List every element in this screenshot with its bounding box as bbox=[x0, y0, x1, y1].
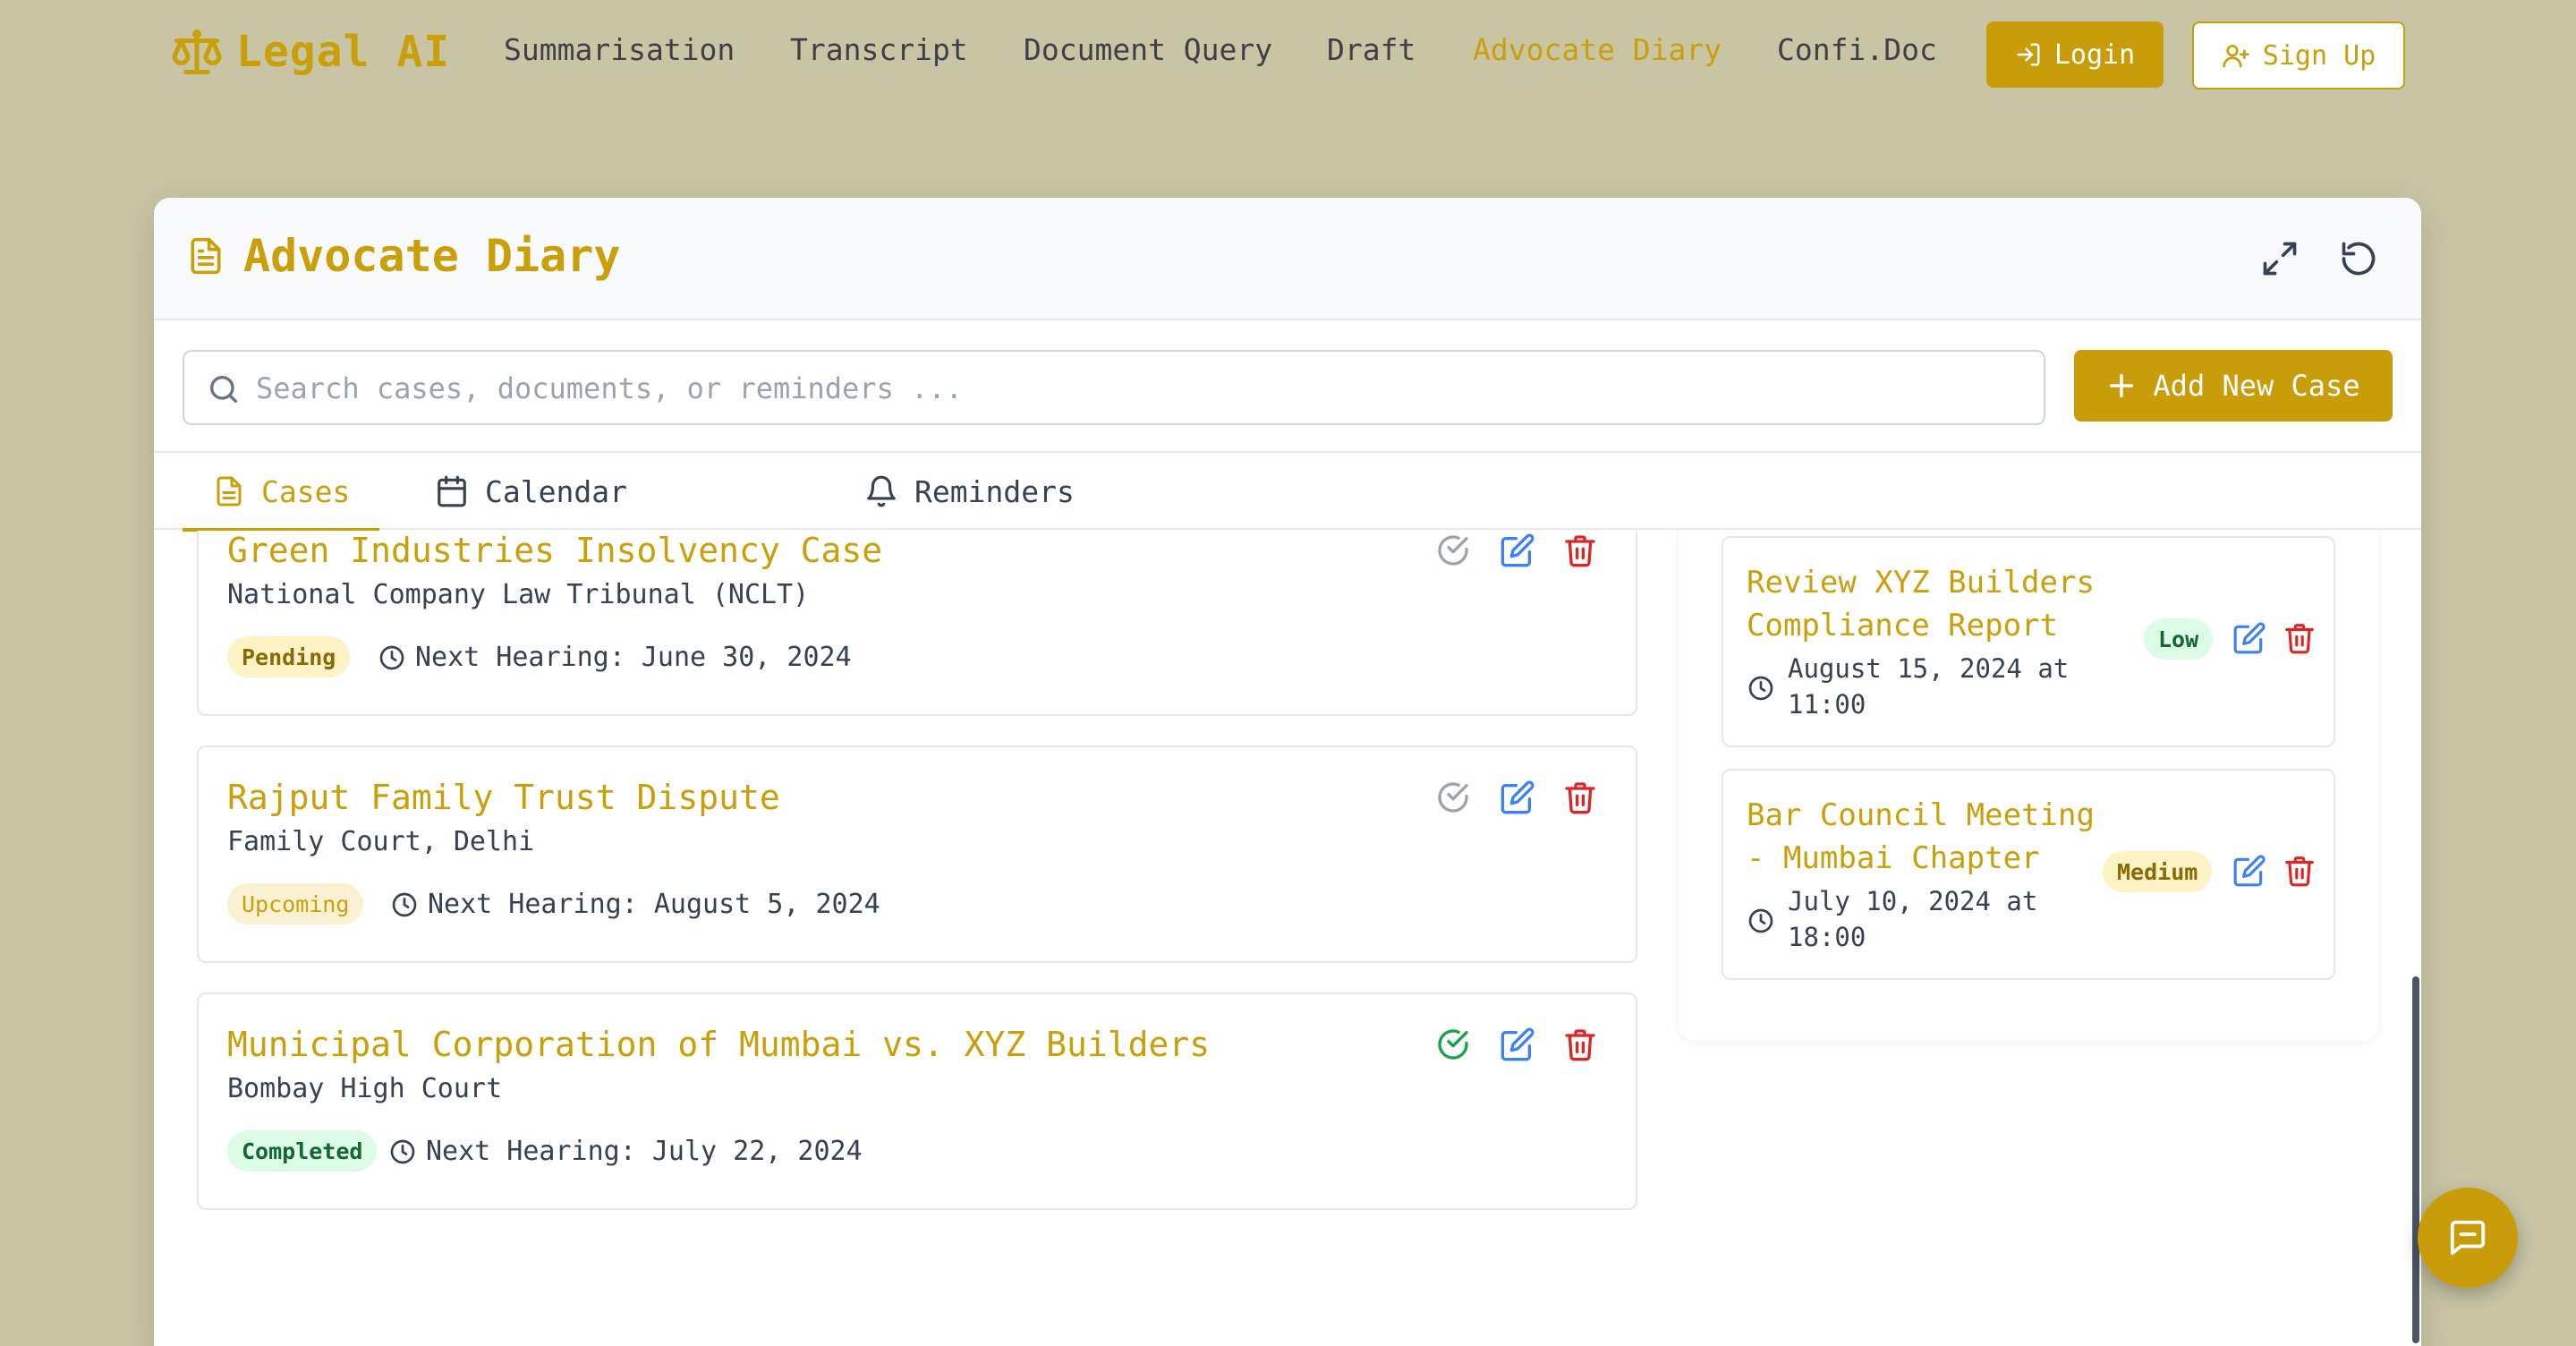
delete-icon[interactable] bbox=[1560, 531, 1600, 570]
user-plus-icon bbox=[2222, 41, 2250, 70]
next-hearing-text: Next Hearing: August 5, 2024 bbox=[428, 889, 880, 920]
panel-header: Advocate Diary bbox=[154, 198, 2421, 320]
edit-icon[interactable] bbox=[2230, 618, 2269, 658]
refresh-icon[interactable] bbox=[2339, 239, 2378, 278]
completed-check-icon[interactable] bbox=[1433, 1025, 1473, 1064]
login-button[interactable]: Login bbox=[1986, 21, 2164, 88]
bell-icon bbox=[864, 473, 898, 509]
tab-cases-label: Cases bbox=[261, 473, 351, 509]
delete-icon[interactable] bbox=[2280, 851, 2319, 890]
calendar-icon bbox=[435, 473, 469, 509]
mark-done-icon[interactable] bbox=[1433, 531, 1473, 570]
clock-icon bbox=[390, 890, 419, 919]
case-card: Green Industries Insolvency Case Nationa… bbox=[197, 531, 1637, 716]
tab-reminders-label: Reminders bbox=[914, 473, 1075, 509]
tab-calendar[interactable]: Calendar bbox=[435, 453, 627, 530]
reminder-time: August 15, 2024 at 11:00 bbox=[1788, 653, 2070, 720]
document-icon bbox=[186, 234, 225, 278]
login-icon bbox=[2015, 41, 2042, 68]
tab-calendar-label: Calendar bbox=[485, 473, 627, 509]
scrollbar[interactable] bbox=[2412, 976, 2419, 1343]
case-court: Bombay High Court bbox=[227, 1073, 503, 1104]
signup-label: Sign Up bbox=[2262, 39, 2376, 72]
case-title[interactable]: Rajput Family Trust Dispute bbox=[227, 778, 780, 817]
add-new-case-label: Add New Case bbox=[2153, 369, 2360, 403]
tab-cases[interactable]: Cases bbox=[183, 453, 379, 532]
next-hearing: Next Hearing: August 5, 2024 bbox=[390, 889, 880, 920]
reminder-time: July 10, 2024 at 18:00 bbox=[1788, 886, 2038, 952]
cases-content[interactable]: Green Industries Insolvency Case Nationa… bbox=[154, 531, 2421, 1346]
case-court: National Company Law Tribunal (NCLT) bbox=[227, 579, 810, 610]
reminder-card: Review XYZ Builders Compliance Report Au… bbox=[1722, 536, 2335, 747]
search-box bbox=[183, 350, 2045, 425]
advocate-diary-panel: Advocate Diary Search cases, documents, … bbox=[154, 198, 2421, 1346]
clock-icon bbox=[378, 643, 406, 672]
clock-icon bbox=[388, 1137, 417, 1166]
reminder-title[interactable]: Review XYZ Builders Compliance Report bbox=[1747, 561, 2122, 647]
maximize-icon[interactable] bbox=[2260, 239, 2300, 278]
nav-link-draft[interactable]: Draft bbox=[1327, 32, 1416, 67]
delete-icon[interactable] bbox=[1560, 1025, 1600, 1064]
priority-badge: Low bbox=[2144, 618, 2214, 660]
brand-logo[interactable]: Legal AI bbox=[170, 25, 450, 79]
signup-button[interactable]: Sign Up bbox=[2192, 21, 2405, 89]
reminder-card: Bar Council Meeting - Mumbai Chapter Jul… bbox=[1722, 769, 2335, 980]
case-card: Rajput Family Trust Dispute Family Court… bbox=[197, 745, 1637, 963]
login-label: Login bbox=[2053, 38, 2136, 71]
delete-icon[interactable] bbox=[1560, 778, 1600, 817]
status-badge: Pending bbox=[227, 636, 351, 677]
reminder-title[interactable]: Bar Council Meeting - Mumbai Chapter bbox=[1747, 794, 2122, 880]
case-court: Family Court, Delhi bbox=[227, 826, 535, 857]
edit-icon[interactable] bbox=[2230, 851, 2269, 890]
case-card: Municipal Corporation of Mumbai vs. XYZ … bbox=[197, 992, 1637, 1210]
chat-button[interactable] bbox=[2418, 1188, 2518, 1288]
next-hearing: Next Hearing: July 22, 2024 bbox=[388, 1136, 863, 1167]
nav-link-transcript[interactable]: Transcript bbox=[790, 32, 968, 67]
nav-link-summarisation[interactable]: Summarisation bbox=[504, 32, 735, 67]
diary-tabs: Cases Calendar Reminders bbox=[154, 453, 2421, 532]
status-badge: Upcoming bbox=[227, 883, 364, 924]
next-hearing-text: Next Hearing: June 30, 2024 bbox=[415, 642, 852, 673]
nav-link-advocate-diary[interactable]: Advocate Diary bbox=[1473, 32, 1722, 67]
nav-link-confi-doc[interactable]: Confi.Doc bbox=[1777, 32, 1937, 67]
edit-icon[interactable] bbox=[1498, 778, 1537, 817]
next-hearing: Next Hearing: June 30, 2024 bbox=[378, 642, 852, 673]
case-title[interactable]: Green Industries Insolvency Case bbox=[227, 531, 882, 570]
next-hearing-text: Next Hearing: July 22, 2024 bbox=[426, 1136, 863, 1167]
edit-icon[interactable] bbox=[1498, 531, 1537, 570]
top-navigation: Legal AI Summarisation Transcript Docume… bbox=[0, 0, 2576, 107]
clock-icon bbox=[1747, 907, 1775, 935]
case-title[interactable]: Municipal Corporation of Mumbai vs. XYZ … bbox=[227, 1025, 1210, 1064]
priority-badge: Medium bbox=[2103, 851, 2213, 892]
search-toolbar: Add New Case bbox=[154, 320, 2421, 453]
chat-icon bbox=[2447, 1217, 2488, 1258]
edit-icon[interactable] bbox=[1498, 1025, 1537, 1064]
status-badge: Completed bbox=[227, 1130, 378, 1171]
nav-link-document-query[interactable]: Document Query bbox=[1024, 32, 1272, 67]
scales-icon bbox=[170, 25, 224, 79]
add-new-case-button[interactable]: Add New Case bbox=[2074, 350, 2393, 422]
delete-icon[interactable] bbox=[2280, 618, 2319, 658]
plus-icon bbox=[2106, 371, 2137, 401]
document-icon bbox=[213, 473, 245, 509]
tab-reminders[interactable]: Reminders bbox=[864, 453, 1075, 530]
search-input[interactable] bbox=[256, 364, 2010, 413]
mark-done-icon[interactable] bbox=[1433, 778, 1473, 817]
page-title: Advocate Diary bbox=[243, 230, 621, 282]
brand-name: Legal AI bbox=[236, 27, 451, 77]
clock-icon bbox=[1747, 674, 1775, 703]
